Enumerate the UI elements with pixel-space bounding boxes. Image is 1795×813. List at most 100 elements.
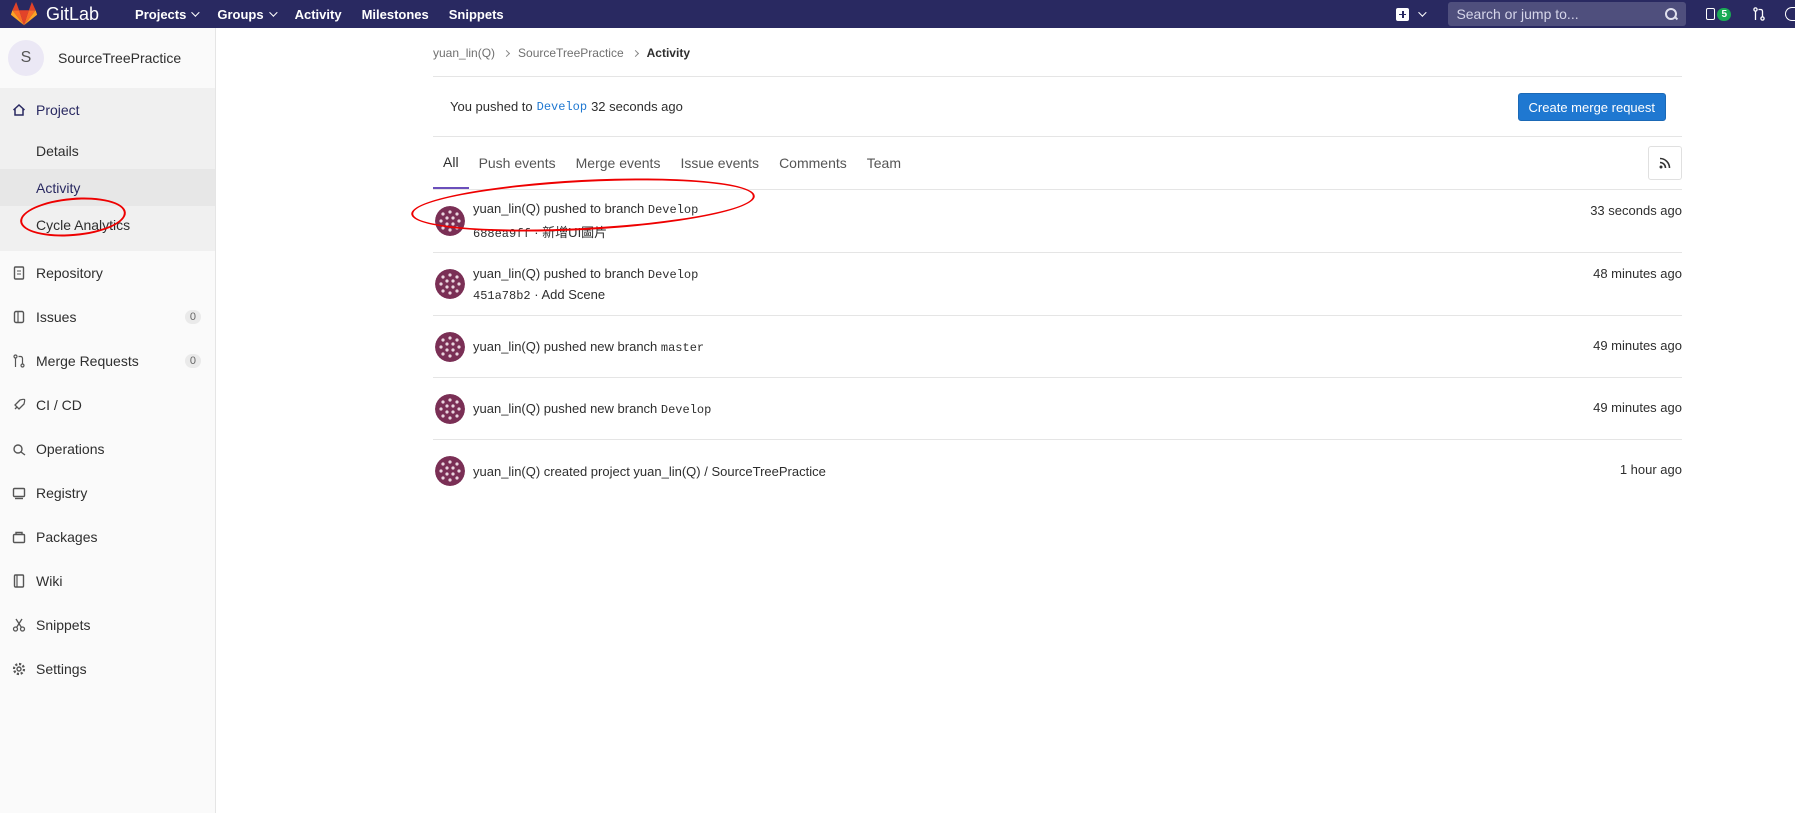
sidebar-subitem-cycle-analytics[interactable]: Cycle Analytics	[0, 206, 215, 243]
event-text: yuan_lin(Q) pushed new branch	[473, 338, 658, 354]
event-title: yuan_lin(Q) pushed to branch Develop	[473, 201, 698, 217]
sidebar-item-repository[interactable]: Repository	[0, 251, 215, 295]
event-ref-link[interactable]: Develop	[648, 268, 698, 282]
merge-requests-count-badge: 0	[184, 354, 201, 368]
commit-sha-link[interactable]: 688ea9ff	[473, 227, 531, 241]
tab-comments[interactable]: Comments	[769, 137, 857, 189]
search-input[interactable]	[1456, 6, 1665, 22]
sidebar-item-registry[interactable]: Registry	[0, 471, 215, 515]
breadcrumb-current[interactable]: Activity	[647, 46, 690, 60]
event-ref-link[interactable]: Develop	[648, 203, 698, 217]
event-title: yuan_lin(Q) pushed new branch master	[473, 339, 704, 355]
search-box[interactable]	[1448, 2, 1687, 26]
sidebar-item-label: Issues	[36, 309, 77, 325]
tab-team[interactable]: Team	[857, 137, 911, 189]
container-icon	[12, 486, 26, 500]
gitlab-logo[interactable]: GitLab	[0, 0, 99, 28]
nav-activity[interactable]: Activity	[285, 7, 352, 22]
merge-request-icon	[12, 354, 26, 368]
event-ref-link[interactable]: Develop	[661, 403, 711, 417]
tab-issue-events[interactable]: Issue events	[670, 137, 769, 189]
sidebar-item-merge-requests[interactable]: Merge Requests 0	[0, 339, 215, 383]
event-time: 33 seconds ago	[1590, 203, 1682, 218]
nav-snippets[interactable]: Snippets	[439, 7, 514, 22]
nav-projects[interactable]: Projects	[125, 7, 207, 22]
sidebar-item-operations[interactable]: Operations	[0, 427, 215, 471]
gitlab-tanuki-icon	[10, 2, 38, 26]
sidebar-item-snippets[interactable]: Snippets	[0, 603, 215, 647]
merge-request-icon[interactable]	[1753, 7, 1765, 21]
user-avatar[interactable]	[435, 269, 465, 299]
event-commit: 451a78b2 · Add Scene	[473, 287, 698, 303]
event-ref-link[interactable]: master	[661, 341, 704, 355]
event-item: yuan_lin(Q) created project yuan_lin(Q) …	[433, 440, 1682, 502]
tab-push-events[interactable]: Push events	[469, 137, 566, 189]
activity-event-list: yuan_lin(Q) pushed to branch Develop 688…	[409, 171, 1682, 502]
gear-icon	[12, 662, 26, 676]
sidebar-project-section: Project Details Activity Cycle Analytics	[0, 88, 215, 251]
sidebar-item-project[interactable]: Project	[0, 88, 215, 132]
commit-message: · 新增UI圖片	[534, 225, 608, 240]
event-item: yuan_lin(Q) pushed to branch Develop 688…	[409, 171, 1682, 253]
help-icon[interactable]	[1785, 7, 1795, 21]
breadcrumb-project[interactable]: SourceTreePractice	[518, 46, 624, 60]
breadcrumb-user[interactable]: yuan_lin(Q)	[433, 46, 495, 60]
event-text: yuan_lin(Q) created project yuan_lin(Q) …	[473, 463, 826, 479]
project-sidebar: S SourceTreePractice Project Details Act…	[0, 28, 216, 813]
breadcrumb: yuan_lin(Q) SourceTreePractice Activity	[433, 46, 690, 60]
sidebar-item-label: Repository	[36, 265, 103, 281]
book-icon	[12, 574, 26, 588]
event-filter-tabs: All Push events Merge events Issue event…	[433, 138, 1682, 190]
create-merge-request-button[interactable]: Create merge request	[1517, 93, 1666, 121]
commit-sha-link[interactable]: 451a78b2	[473, 289, 531, 303]
user-avatar[interactable]	[435, 393, 465, 424]
event-text: yuan_lin(Q) pushed new branch	[473, 400, 658, 416]
sidebar-item-settings[interactable]: Settings	[0, 647, 215, 691]
nav-groups[interactable]: Groups	[207, 7, 284, 22]
sidebar-item-issues[interactable]: Issues 0	[0, 295, 215, 339]
event-title: yuan_lin(Q) pushed to branch Develop	[473, 266, 698, 282]
rocket-icon	[12, 398, 26, 412]
nav-milestones[interactable]: Milestones	[352, 7, 439, 22]
sidebar-subitem-activity[interactable]: Activity	[0, 169, 215, 206]
user-avatar[interactable]	[435, 456, 465, 486]
event-commit: 688ea9ff · 新增UI圖片	[473, 222, 698, 241]
push-alert-branch[interactable]: Develop	[537, 100, 587, 114]
sidebar-item-packages[interactable]: Packages	[0, 515, 215, 559]
sidebar-item-label: Merge Requests	[36, 353, 139, 369]
user-avatar[interactable]	[435, 206, 465, 236]
chevron-down-icon	[191, 8, 201, 17]
tab-merge-events[interactable]: Merge events	[566, 137, 671, 189]
sidebar-subitem-details[interactable]: Details	[0, 132, 215, 169]
event-text: yuan_lin(Q) pushed to branch	[473, 201, 645, 216]
home-icon	[12, 103, 26, 117]
rss-button[interactable]	[1648, 146, 1682, 180]
sidebar-item-label: Registry	[36, 485, 88, 501]
user-avatar[interactable]	[435, 331, 465, 362]
todos-link[interactable]: 5	[1706, 7, 1731, 21]
brand-name: GitLab	[46, 3, 100, 24]
sidebar-item-label: Project	[36, 102, 80, 118]
new-dropdown[interactable]	[1396, 7, 1428, 21]
nav-projects-label: Projects	[135, 6, 187, 22]
commit-message: · Add Scene	[534, 286, 606, 302]
sidebar-item-label: CI / CD	[36, 397, 82, 413]
chevron-right-icon	[502, 49, 511, 57]
push-alert-time: 32 seconds ago	[591, 99, 683, 114]
push-alert-prefix: You pushed to	[450, 99, 533, 114]
tab-all[interactable]: All	[433, 137, 469, 189]
sidebar-item-ci-cd[interactable]: CI / CD	[0, 383, 215, 427]
chevron-down-icon	[268, 8, 278, 17]
event-title: yuan_lin(Q) pushed new branch Develop	[473, 401, 711, 417]
sidebar-item-label: Settings	[36, 661, 87, 677]
search-icon	[1664, 7, 1678, 21]
sidebar-item-wiki[interactable]: Wiki	[0, 559, 215, 603]
cloud-gear-icon	[12, 442, 26, 456]
sidebar-item-label: Snippets	[36, 617, 91, 633]
event-item: yuan_lin(Q) pushed to branch Develop 451…	[433, 253, 1682, 316]
issues-count-badge: 0	[184, 310, 201, 324]
sidebar-item-label: Operations	[36, 441, 105, 457]
event-time: 49 minutes ago	[1593, 400, 1682, 415]
sidebar-project-header[interactable]: S SourceTreePractice	[0, 28, 215, 88]
project-avatar: S	[8, 40, 44, 76]
